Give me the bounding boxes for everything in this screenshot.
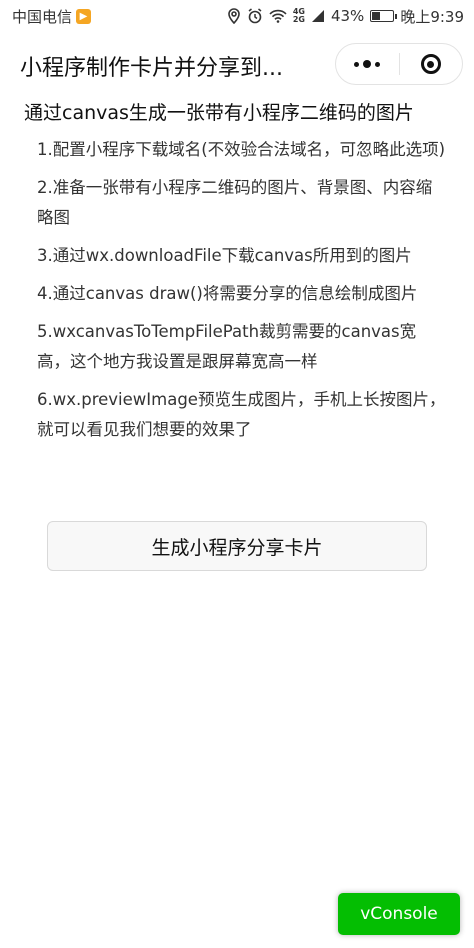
- step-item: 6.wx.previewImage预览生成图片，手机上长按图片，就可以看见我们想…: [37, 390, 446, 439]
- steps-list: 1.配置小程序下载域名(不效验合法域名，可忽略此选项) 2.准备一张带有小程序二…: [0, 135, 474, 445]
- battery-percent: 43%: [330, 7, 365, 25]
- close-target-icon: [420, 54, 441, 74]
- step-item: 4.通过canvas draw()将需要分享的信息绘制成图片: [37, 284, 418, 303]
- network-type: 4G 2G: [293, 8, 305, 24]
- location-icon: [227, 8, 241, 24]
- main-content: 通过canvas生成一张带有小程序二维码的图片 1.配置小程序下载域名(不效验合…: [0, 94, 474, 453]
- wifi-icon: [269, 9, 287, 23]
- battery-fill: [372, 12, 381, 20]
- signal-icon: [311, 9, 325, 23]
- status-bar: 中国电信 ▶ 4G 2G 43% 晚上9:39: [0, 0, 474, 32]
- status-left: 中国电信 ▶: [12, 6, 92, 27]
- battery-icon: [370, 10, 398, 22]
- status-time: 晚上9:39: [400, 7, 464, 26]
- carrier-name: 中国电信: [12, 7, 73, 26]
- status-right: 4G 2G 43% 晚上9:39: [227, 6, 464, 27]
- menu-capsule: [335, 43, 463, 85]
- step-item: 3.通过wx.downloadFile下载canvas所用到的图片: [37, 246, 412, 265]
- navigation-bar: 小程序制作卡片并分享到...: [0, 38, 474, 94]
- alarm-icon: [247, 8, 263, 24]
- more-button[interactable]: [336, 44, 399, 84]
- step-item: 2.准备一张带有小程序二维码的图片、背景图、内容缩略图: [37, 178, 433, 227]
- page-title: 小程序制作卡片并分享到...: [20, 56, 283, 81]
- generate-share-card-button[interactable]: 生成小程序分享卡片: [47, 521, 427, 571]
- step-item: 1.配置小程序下载域名(不效验合法域名，可忽略此选项): [37, 140, 446, 159]
- network-2g: 2G: [292, 15, 305, 24]
- more-dots-icon: [354, 60, 381, 68]
- close-miniprogram-button[interactable]: [400, 44, 463, 84]
- content-heading: 通过canvas生成一张带有小程序二维码的图片: [24, 102, 414, 124]
- play-icon: ▶: [76, 8, 92, 24]
- step-item: 5.wxcanvasToTempFilePath裁剪需要的canvas宽高，这个…: [37, 322, 417, 371]
- vconsole-button[interactable]: vConsole: [338, 893, 460, 935]
